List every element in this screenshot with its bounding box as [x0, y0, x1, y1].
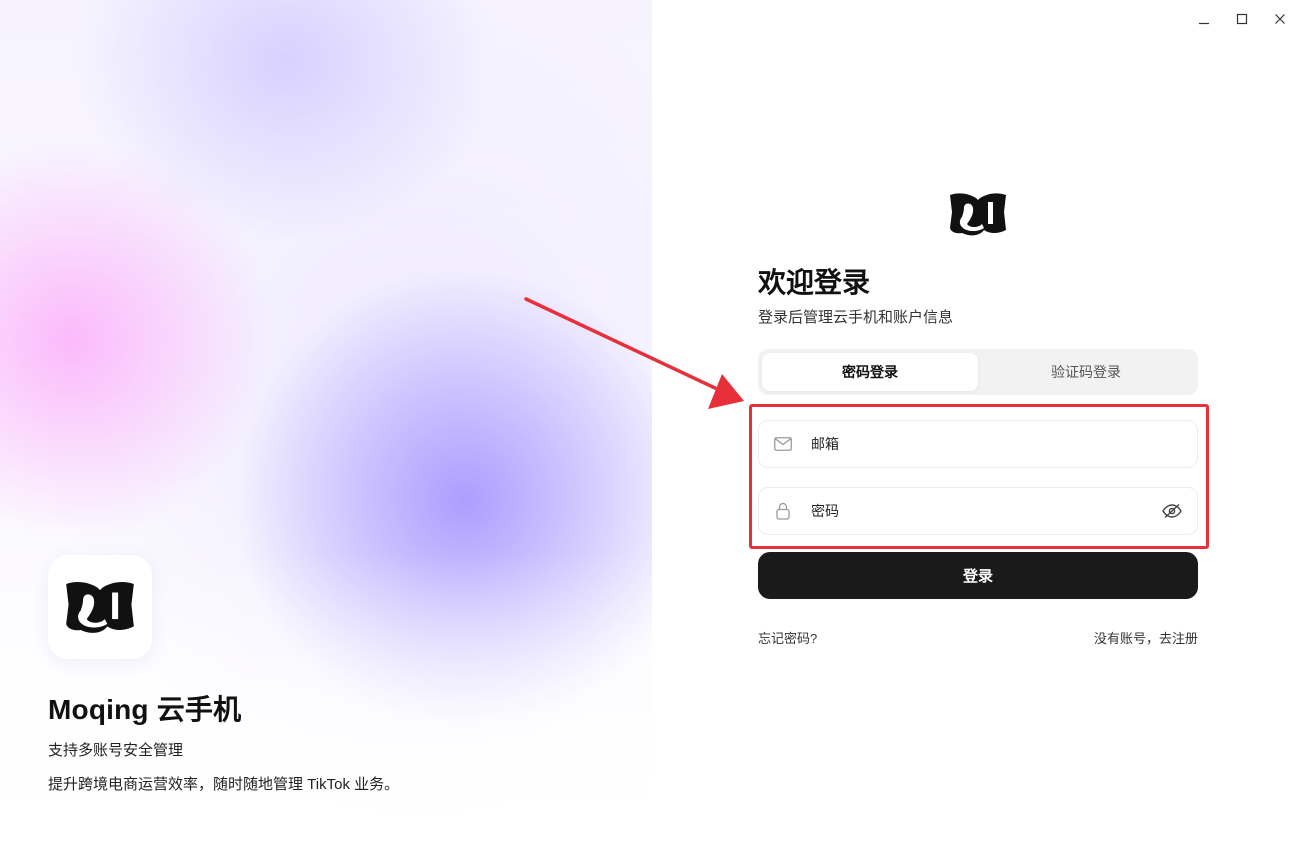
close-button[interactable]: [1264, 8, 1296, 30]
minimize-icon: [1199, 22, 1209, 25]
password-input[interactable]: [811, 503, 1161, 519]
login-mode-tabs: 密码登录 验证码登录: [758, 349, 1198, 395]
hero-panel: Moqing 云手机 支持多账号安全管理 提升跨境电商运营效率，随时随地管理 T…: [0, 0, 652, 851]
email-input[interactable]: [811, 436, 1183, 452]
hero-description: 提升跨境电商运营效率，随时随地管理 TikTok 业务。: [48, 776, 400, 793]
window-controls: [1188, 8, 1296, 30]
mail-icon: [773, 434, 793, 454]
login-button[interactable]: 登录: [758, 552, 1198, 599]
login-title: 欢迎登录: [758, 267, 871, 298]
close-icon: [1275, 14, 1285, 24]
eye-off-icon[interactable]: [1161, 500, 1183, 522]
maximize-icon: [1236, 13, 1248, 25]
logo-icon: [66, 582, 134, 633]
password-field[interactable]: [758, 487, 1198, 535]
register-link[interactable]: 没有账号，去注册: [1094, 628, 1198, 647]
app-icon: [48, 555, 152, 659]
maximize-button[interactable]: [1226, 8, 1258, 30]
hero-tagline: 支持多账号安全管理: [48, 742, 184, 759]
tab-password-login[interactable]: 密码登录: [762, 353, 978, 391]
hero-title: Moqing 云手机: [48, 694, 242, 725]
minimize-button[interactable]: [1188, 8, 1220, 30]
logo-icon: [950, 193, 1006, 236]
forgot-password-link[interactable]: 忘记密码?: [758, 628, 817, 647]
login-links: 忘记密码? 没有账号，去注册: [758, 628, 1198, 647]
lock-icon: [773, 501, 793, 521]
tab-code-login[interactable]: 验证码登录: [978, 353, 1194, 391]
login-logo: [948, 190, 1008, 238]
login-subtitle: 登录后管理云手机和账户信息: [758, 309, 954, 326]
app-window: Moqing 云手机 支持多账号安全管理 提升跨境电商运营效率，随时随地管理 T…: [0, 0, 1304, 851]
email-field[interactable]: [758, 420, 1198, 468]
